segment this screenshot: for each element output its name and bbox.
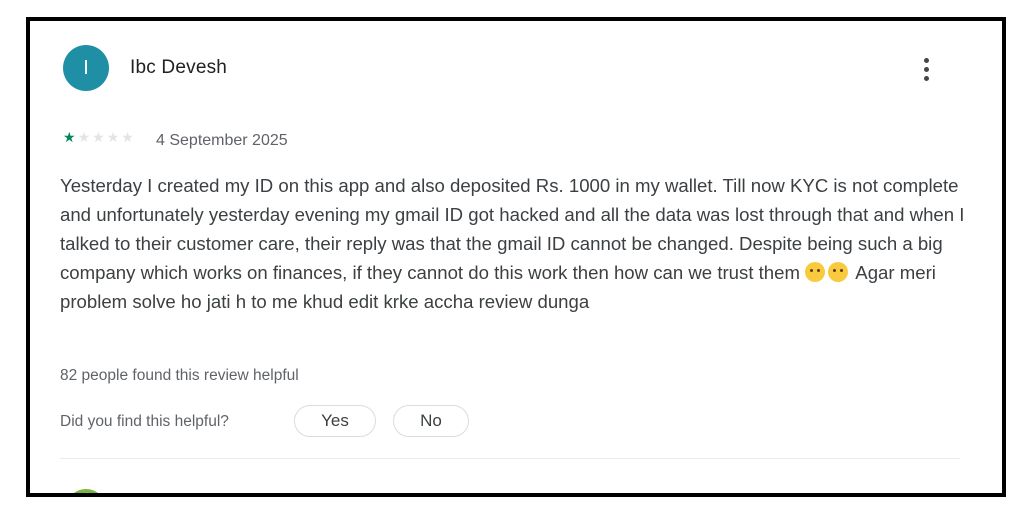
menu-dot (923, 66, 929, 72)
review-text: Yesterday I created my ID on this app an… (60, 171, 965, 316)
helpful-question: Did you find this helpful? (60, 413, 229, 430)
menu-dot (923, 57, 929, 63)
star-empty-icon: ★ (77, 129, 91, 145)
yes-button[interactable]: Yes (294, 405, 376, 437)
star-empty-icon: ★ (121, 129, 134, 145)
author-initial: I (83, 57, 89, 79)
review-card-frame: I Ibc Devesh ★ ★ ★ ★ ★ 4 September 2025 … (26, 17, 1006, 497)
star-rating: ★ ★ ★ ★ ★ (63, 129, 134, 145)
pleading-face-emoji (805, 262, 826, 282)
menu-dot (923, 75, 929, 81)
star-filled-icon: ★ (63, 129, 76, 145)
no-button[interactable]: No (393, 405, 469, 437)
more-vert-icon[interactable] (910, 51, 942, 87)
star-empty-icon: ★ (106, 129, 120, 145)
divider (60, 458, 960, 459)
author-name: Ibc Devesh (130, 57, 228, 78)
helpful-count: 82 people found this review helpful (60, 367, 299, 384)
next-review-avatar (66, 489, 106, 493)
crying-face-emoji (828, 262, 849, 282)
star-empty-icon: ★ (92, 129, 105, 145)
review-date: 4 September 2025 (156, 132, 288, 149)
author-avatar: I (63, 45, 109, 91)
